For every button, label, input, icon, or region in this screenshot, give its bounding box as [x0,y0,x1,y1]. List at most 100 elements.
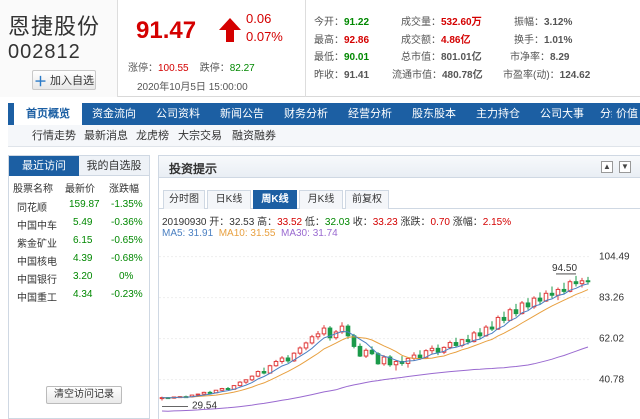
pb-label: 市净率： [510,52,550,63]
stock-header: 恩捷股份 002812 ＋ 加入自选 91.47 0.06 0.07% 涨停：1… [0,0,640,97]
volume-stat: 成交量：532.60万 [401,13,482,28]
float-cap-stat: 流通市值：480.78亿 [392,66,483,81]
low-stat: 最低：90.01 [314,48,369,63]
table-row[interactable]: 紫金矿业 6.15 -0.65% [9,235,149,253]
row-pct: 0% [119,271,134,282]
row-pct: -1.35% [111,199,143,210]
table-row[interactable]: 中国重工 4.34 -0.23% [9,289,149,307]
amplitude-value: 3.12% [544,17,573,28]
add-favorite-button[interactable]: ＋ 加入自选 [32,70,96,90]
tab-monthly-k[interactable]: 月K线 [299,190,343,209]
nav-item-overview[interactable]: 首页概览 [14,103,82,125]
nav-item-value[interactable]: 价值 [612,103,640,125]
tab-intraday[interactable]: 分时图 [163,190,205,209]
add-favorite-label: 加入自选 [50,75,94,87]
row-name[interactable]: 中国核电 [17,253,57,268]
table-row[interactable]: 中国银行 3.20 0% [9,271,149,289]
amount-label: 成交额： [401,35,441,46]
candle-body [357,345,363,357]
plus-icon: ＋ [33,73,47,89]
candle-body [225,388,231,391]
candle-body [585,280,591,283]
collapse-up-icon[interactable]: ▲ [601,161,613,173]
tab-recent[interactable]: 最近访问 [9,156,79,176]
row-name[interactable]: 紫金矿业 [17,235,57,250]
nav-item-company-profile[interactable]: 公司资料 [146,103,210,125]
prev-close-value: 91.41 [344,70,370,81]
ohlc-change-label: 涨跌： [400,217,431,228]
row-name[interactable]: 中国中车 [17,217,57,232]
pb-value: 8.29 [550,52,570,63]
nav-item-financials[interactable]: 财务分析 [274,103,338,125]
subnav-item-trend[interactable]: 行情走势 [32,125,76,147]
ohlc-open-label: 开： [209,217,230,228]
nav-item-news[interactable]: 新闻公告 [210,103,274,125]
ohlc-low-label: 低： [304,217,325,228]
nav-item-holdings[interactable]: 主力持仓 [466,103,530,125]
y-tick-label: 40.78 [599,375,624,386]
candle-body [309,336,315,344]
recent-visits-panel: 最近访问 我的自选股 股票名称 最新价 涨跌幅 同花顺 159.87 -1.35… [8,155,150,419]
candle-body [195,393,201,396]
max-price-label: 94.50 [552,263,577,274]
limit-down-value: 82.27 [229,63,255,74]
tab-my-favorites[interactable]: 我的自选股 [79,156,149,176]
candle-body [249,375,255,381]
high-value: 92.86 [344,35,370,46]
main-nav: 首页概览 资金流向 公司资料 新闻公告 财务分析 经营分析 股东股本 主力持仓 … [8,103,640,125]
nav-item-capital-flow[interactable]: 资金流向 [82,103,146,125]
low-label: 最低： [314,52,344,63]
ma10-readout: MA10: 31.55 [219,228,276,239]
table-row[interactable]: 中国核电 4.39 -0.68% [9,253,149,271]
candle-body [261,371,267,374]
y-tick-label: 83.26 [599,293,624,304]
candle-body [429,347,435,352]
ma30-readout: MA30: 31.74 [281,228,338,239]
nav-item-operations[interactable]: 经营分析 [338,103,402,125]
min-price-label: 29.54 [192,400,217,411]
nav-item-events[interactable]: 公司大事 [530,103,594,125]
expand-down-icon[interactable]: ▼ [619,161,631,173]
weekly-k-chart[interactable]: 104.49 83.26 62.02 40.78 94.50 29.54 [159,242,640,419]
row-pct: -0.36% [111,217,143,228]
candle-body [465,339,471,343]
candle-body [525,302,531,308]
row-price: 6.15 [73,235,93,246]
candle-body [417,354,423,359]
row-name[interactable]: 中国重工 [17,289,57,304]
candle-body [573,281,579,285]
row-name[interactable]: 同花顺 [17,199,47,214]
candle-body [243,379,249,383]
candle-body [489,326,495,330]
subnav-item-dragon-tiger[interactable]: 龙虎榜 [136,125,169,147]
candle-body [363,349,369,357]
left-tabs: 最近访问 我的自选股 [9,156,149,176]
row-name[interactable]: 中国银行 [17,271,57,286]
turnover-stat: 换手：1.01% [514,31,572,46]
prev-close-label: 昨收： [314,70,344,81]
candle-body [237,381,243,387]
candle-body [321,327,327,335]
subnav-item-margin[interactable]: 融资融券 [232,125,276,147]
pe-value: 124.62 [559,70,591,81]
candle-body [513,309,519,315]
candle-body [369,349,375,355]
table-row[interactable]: 同花顺 159.87 -1.35% [9,199,149,217]
tab-daily-k[interactable]: 日K线 [207,190,251,209]
row-pct: -0.65% [111,235,143,246]
float-cap-value: 480.78亿 [442,70,483,81]
stock-code: 002812 [8,41,81,63]
ohlc-amp-label: 涨幅： [452,217,483,228]
row-price: 4.34 [73,289,93,300]
tab-weekly-k[interactable]: 周K线 [253,190,297,209]
subnav-item-block-trade[interactable]: 大宗交易 [178,125,222,147]
subnav-item-news[interactable]: 最新消息 [84,125,128,147]
tab-forward-adjusted[interactable]: 前复权 [345,190,389,209]
clear-history-button[interactable]: 清空访问记录 [46,386,122,404]
table-row[interactable]: 中国中车 5.49 -0.36% [9,217,149,235]
pb-stat: 市净率：8.29 [510,48,569,63]
nav-item-shareholders[interactable]: 股东股本 [402,103,466,125]
candle-body [207,391,213,394]
volume-value: 532.60万 [441,17,482,28]
market-cap-label: 总市值： [401,52,441,63]
